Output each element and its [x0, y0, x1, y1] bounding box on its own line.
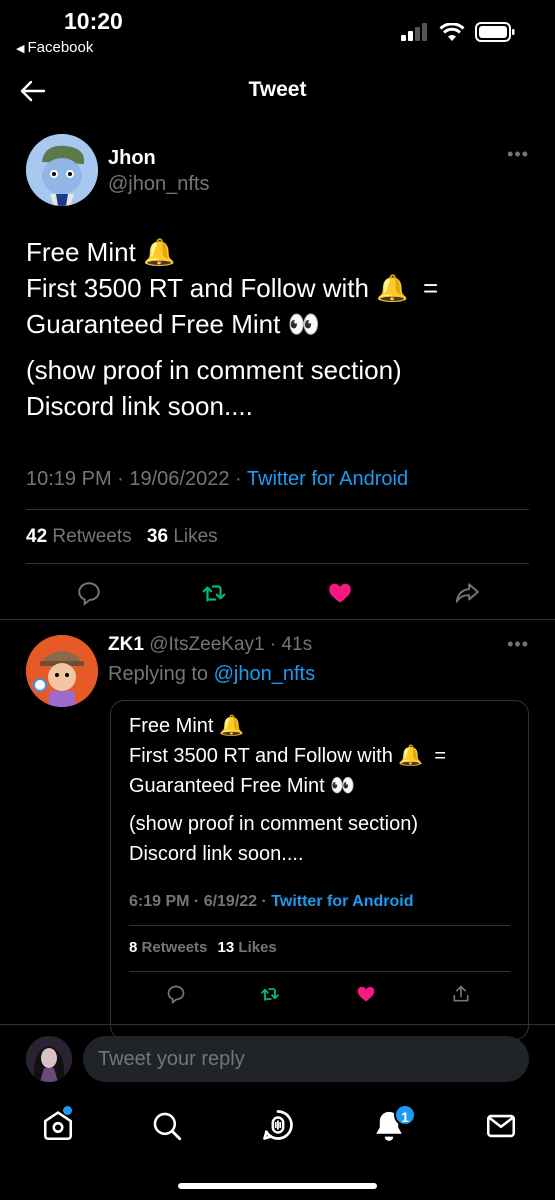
quoted-tweet-line: Free Mint 🔔: [129, 715, 244, 737]
tweet-timestamp: 10:19 PM · 19/06/2022 ·: [26, 468, 247, 490]
my-avatar-image: [26, 1036, 72, 1082]
quoted-retweet-icon: [261, 988, 279, 1001]
share-icon[interactable]: [452, 580, 482, 606]
reply-handle-time[interactable]: @ItsZeeKay1 · 41s: [149, 634, 312, 655]
heart-icon[interactable]: [326, 580, 354, 606]
divider: [129, 971, 510, 972]
spaces-icon[interactable]: [260, 1107, 296, 1143]
divider: [0, 619, 555, 620]
retweet-count: 42: [26, 526, 48, 547]
more-options-icon[interactable]: •••: [507, 144, 529, 165]
reply-header: ZK1 @ItsZeeKay1 · 41s: [108, 634, 312, 656]
tweet-line: Discord link soon....: [26, 391, 253, 421]
quoted-like-label: Likes: [238, 939, 277, 956]
quoted-tweet-line: (show proof in comment section): [129, 813, 419, 835]
author-avatar[interactable]: [26, 134, 98, 206]
tweet-actions: [0, 576, 555, 610]
like-count-link[interactable]: 36 Likes: [147, 526, 218, 547]
quoted-retweet-label: Retweets: [141, 939, 208, 956]
quoted-tweet-source: Twitter for Android: [271, 893, 414, 910]
replying-to: Replying to @jhon_nfts: [108, 663, 315, 686]
back-to-app-link[interactable]: ◀ Facebook: [16, 39, 93, 56]
tweet-line: First 3500 RT and Follow with 🔔 =: [26, 273, 439, 303]
search-icon[interactable]: [150, 1109, 184, 1143]
like-label: Likes: [173, 526, 218, 547]
mail-icon[interactable]: [484, 1109, 518, 1143]
signal-icon: [401, 23, 427, 41]
tab-home[interactable]: [38, 1106, 78, 1146]
tweet-counts: 42 Retweets 36 Likes: [26, 526, 218, 548]
tweet-meta: 10:19 PM · 19/06/2022 · Twitter for Andr…: [26, 468, 408, 491]
quoted-tweet-card[interactable]: Free Mint 🔔 First 3500 RT and Follow wit…: [110, 700, 529, 1040]
tweet-text: Free Mint 🔔 First 3500 RT and Follow wit…: [26, 234, 536, 434]
avatar-cat-image: [26, 134, 98, 206]
reply-icon[interactable]: [76, 580, 102, 606]
home-new-dot: [63, 1106, 72, 1115]
tab-bar: 1: [0, 1094, 555, 1154]
author-handle[interactable]: @jhon_nfts: [108, 173, 209, 196]
back-app-label: Facebook: [27, 39, 94, 56]
quoted-tweet-timestamp: 6:19 PM · 6/19/22 ·: [129, 893, 272, 910]
quoted-tweet-line: First 3500 RT and Follow with 🔔 =: [129, 745, 447, 767]
notification-badge: 1: [394, 1104, 416, 1126]
tweet-line: (show proof in comment section): [26, 355, 402, 385]
page-title: Tweet: [248, 78, 307, 101]
my-avatar[interactable]: [26, 1036, 72, 1082]
quoted-share-icon: [453, 985, 469, 1002]
quoted-tweet-text: Free Mint 🔔 First 3500 RT and Follow wit…: [129, 711, 446, 877]
tweet-line: Guaranteed Free Mint 👀: [26, 309, 320, 339]
quoted-reply-icon: [167, 985, 185, 1004]
like-count: 36: [146, 526, 169, 547]
retweet-icon[interactable]: [200, 580, 228, 606]
replying-to-label: Replying to: [108, 663, 214, 685]
divider: [129, 925, 510, 926]
divider: [26, 563, 529, 564]
wifi-icon: [439, 22, 465, 41]
retweet-count-link[interactable]: 42 Retweets: [26, 526, 132, 547]
status-icons: [401, 22, 515, 42]
avatar-character-image: [26, 635, 98, 707]
tweet-source-link[interactable]: Twitter for Android: [247, 468, 408, 490]
tweet-line: Free Mint 🔔: [26, 237, 176, 267]
quoted-tweet-counts: 8 Retweets 13 Likes: [129, 939, 277, 956]
divider: [0, 1024, 555, 1025]
status-time: 10:20: [64, 8, 123, 34]
home-indicator: [178, 1183, 377, 1189]
quoted-tweet-line: Guaranteed Free Mint 👀: [129, 775, 356, 797]
author-name[interactable]: Jhon: [108, 147, 156, 170]
tab-notifications[interactable]: 1: [372, 1104, 416, 1148]
quoted-retweet-count: 8: [129, 939, 138, 956]
reply-more-options-icon[interactable]: •••: [507, 634, 529, 655]
reply-author-name[interactable]: ZK1: [108, 634, 144, 655]
battery-icon: [475, 22, 515, 42]
quoted-heart-icon: [357, 986, 375, 1002]
quoted-like-count: 13: [217, 939, 235, 956]
replying-to-handle[interactable]: @jhon_nfts: [214, 663, 315, 685]
reply-input-placeholder: Tweet your reply: [98, 1048, 245, 1070]
quoted-tweet-meta: 6:19 PM · 6/19/22 · Twitter for Android: [129, 893, 414, 911]
reply-author-avatar[interactable]: [26, 635, 98, 707]
quoted-tweet-line: Discord link soon....: [129, 843, 304, 865]
back-triangle-icon: ◀: [16, 43, 25, 55]
divider: [26, 509, 529, 510]
retweet-label: Retweets: [52, 526, 132, 547]
